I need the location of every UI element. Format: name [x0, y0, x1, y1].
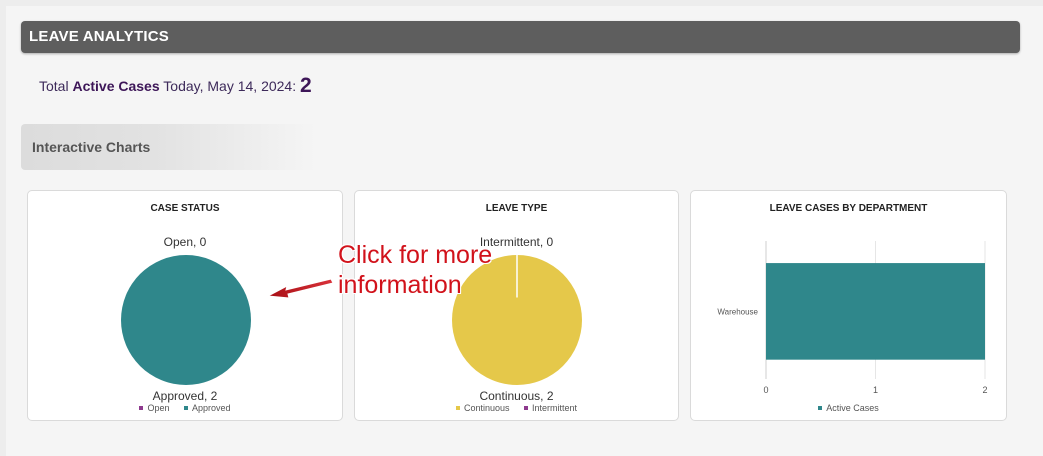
leave-type-card[interactable]: LEAVE TYPE Intermittent, 0 Continuous, 2… — [354, 190, 679, 421]
legend-label: Active Cases — [826, 403, 879, 413]
interactive-charts-title: Interactive Charts — [32, 139, 151, 155]
legend-item-active-cases[interactable]: Active Cases — [818, 403, 879, 413]
leave-type-title: LEAVE TYPE — [485, 203, 548, 214]
active-cases-count: 2 — [300, 74, 312, 97]
annotation-line-2: information — [338, 271, 462, 299]
legend-item-continuous[interactable]: Continuous — [455, 403, 510, 413]
legend-swatch-approved — [184, 406, 188, 410]
case-status-title: CASE STATUS — [150, 203, 220, 214]
legend-label: Continuous — [463, 403, 510, 413]
department-card[interactable]: LEAVE CASES BY DEPARTMENT 0 1 2 Warehouse A… — [690, 190, 1007, 421]
active-cases-summary: Total Active Cases Today, May 14, 2024: … — [39, 74, 312, 98]
bar-warehouse[interactable] — [766, 263, 985, 360]
case-status-pie-chart[interactable] — [28, 246, 344, 396]
department-legend: Active Cases — [691, 403, 1006, 413]
legend-item-open[interactable]: Open — [139, 403, 169, 413]
annotation-line-1: Click for more — [338, 241, 493, 269]
department-bar-chart[interactable]: 0 1 2 Warehouse — [691, 231, 1008, 406]
section-title: LEAVE ANALYTICS — [29, 28, 169, 45]
summary-prefix: Total — [39, 78, 73, 94]
legend-item-intermittent[interactable]: Intermittent — [524, 403, 577, 413]
legend-swatch-active-cases — [818, 406, 823, 410]
annotation-callout: Click for more information — [338, 240, 492, 300]
case-status-approved-label: Approved, 2 — [152, 389, 218, 403]
department-title: LEAVE CASES BY DEPARTMENT — [769, 203, 928, 214]
legend-item-approved[interactable]: Approved — [184, 403, 231, 413]
x-tick-label: 0 — [763, 385, 768, 395]
interactive-charts-header: Interactive Charts — [21, 124, 316, 170]
x-tick-label: 2 — [982, 385, 987, 395]
leave-type-continuous-label: Continuous, 2 — [479, 389, 554, 403]
y-category-label: Warehouse — [717, 307, 758, 316]
summary-suffix: Today, May 14, 2024: — [159, 78, 300, 94]
legend-label: Intermittent — [532, 403, 578, 413]
legend-label: Open — [147, 403, 170, 413]
x-tick-label: 1 — [873, 385, 878, 395]
legend-label: Approved — [192, 403, 231, 413]
summary-bold: Active Cases — [72, 78, 160, 94]
legend-swatch-open — [139, 406, 144, 410]
pie-slice-approved[interactable] — [121, 255, 251, 385]
leave-type-legend: Continuous Intermittent — [355, 403, 678, 413]
section-header: LEAVE ANALYTICS — [21, 21, 1020, 53]
case-status-legend: Open Approved — [28, 403, 342, 413]
legend-swatch-continuous — [455, 406, 460, 410]
case-status-card[interactable]: CASE STATUS Open, 0 Approved, 2 Open App… — [27, 190, 343, 421]
legend-swatch-intermittent — [524, 406, 529, 410]
